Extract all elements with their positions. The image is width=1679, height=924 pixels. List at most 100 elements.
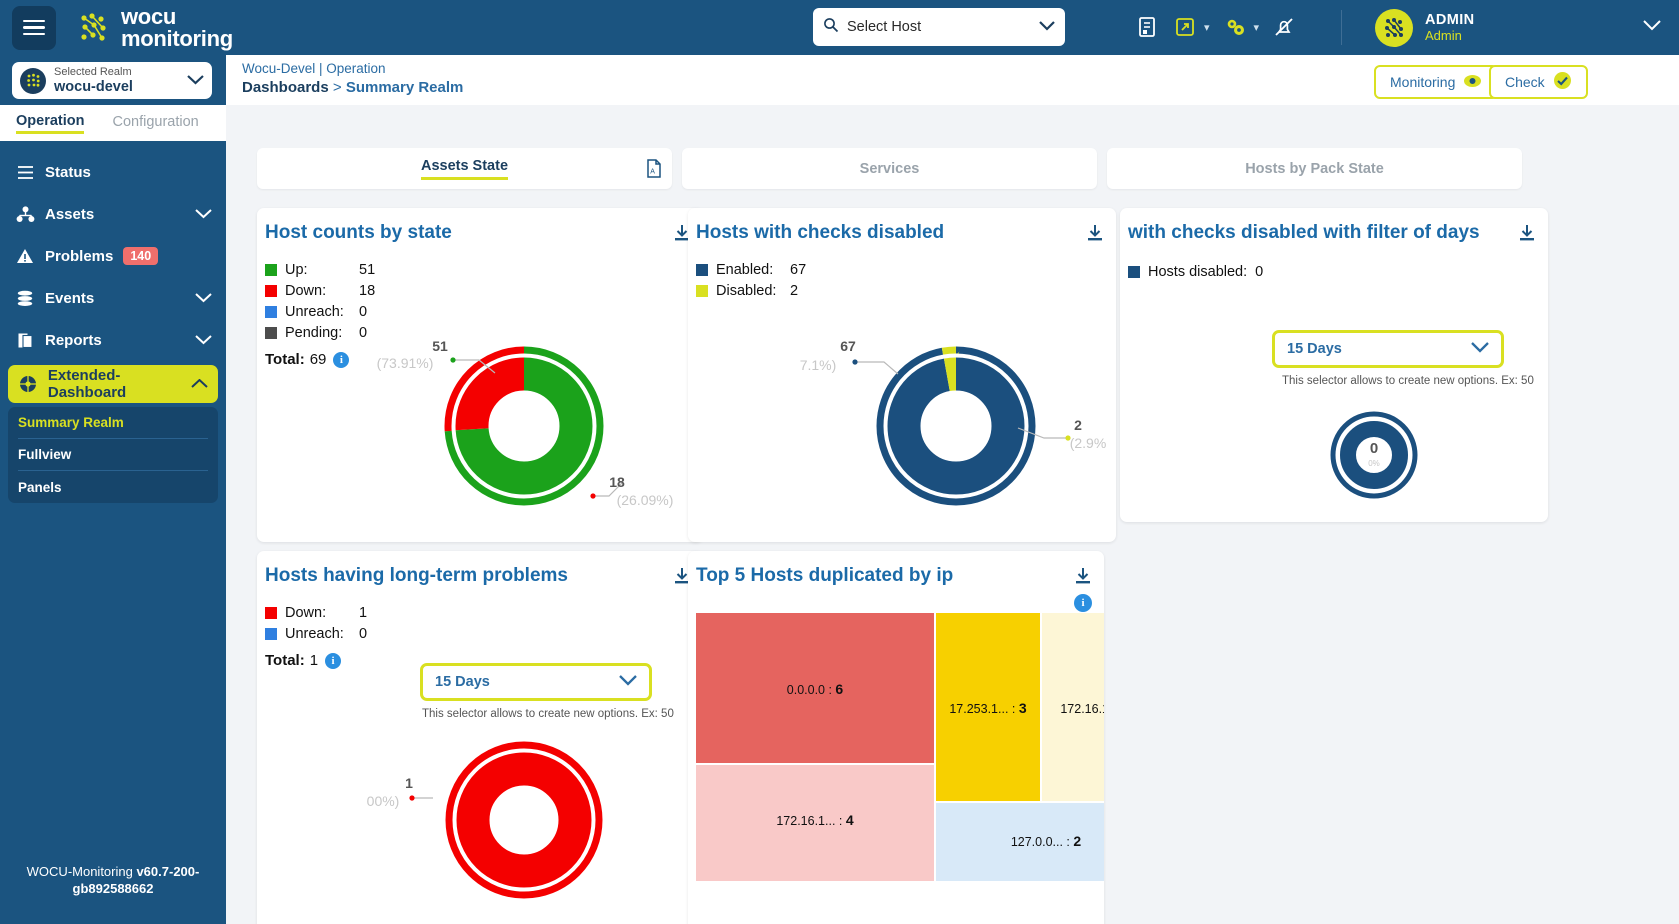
sidebar-item-reports[interactable]: Reports xyxy=(0,319,226,361)
info-icon[interactable]: i xyxy=(325,652,342,669)
legend-swatch xyxy=(265,628,277,640)
chevron-down-icon[interactable] xyxy=(187,72,204,90)
sidebar-item-status[interactable]: Status xyxy=(0,151,226,193)
legend-label: Down: xyxy=(285,283,327,299)
card-top5-hosts-duplicated-by-ip: Top 5 Hosts duplicated by ip i 0.0.0.0 :… xyxy=(688,551,1104,924)
gears-icon[interactable] xyxy=(1218,10,1252,44)
user-name: ADMIN xyxy=(1425,12,1475,28)
legend-item: Unreach: 0 xyxy=(265,626,703,642)
monitoring-button[interactable]: Monitoring xyxy=(1374,65,1499,99)
callout-value-1: 1 xyxy=(405,775,413,791)
card-title: with checks disabled with filter of days xyxy=(1128,222,1480,243)
card-title: Hosts with checks disabled xyxy=(696,222,945,243)
treemap-label-3: 172.16.1... : xyxy=(1060,702,1104,716)
treemap-label-1: 172.16.1... : xyxy=(776,814,846,828)
version-prefix: WOCU-Monitoring xyxy=(26,863,137,879)
treemap-label-0: 0.0.0.0 : xyxy=(787,683,836,697)
top-icon-group: ▾ ▾ xyxy=(1130,8,1301,46)
sidebar-item-summary-realm[interactable]: Summary Realm xyxy=(18,407,208,439)
center-sub: 0% xyxy=(1368,459,1380,468)
card-legend: Hosts disabled: 0 xyxy=(1120,244,1548,280)
app-logo[interactable]: wocu monitoring xyxy=(78,3,233,50)
sidebar-item-events[interactable]: Events xyxy=(0,277,226,319)
breadcrumb-root[interactable]: Dashboards xyxy=(242,79,329,96)
total-label: Total: xyxy=(265,652,305,669)
sidebar-submenu: Summary Realm Fullview Panels xyxy=(8,407,218,503)
sidebar-tab-configuration[interactable]: Configuration xyxy=(112,114,198,132)
search-icon xyxy=(823,17,839,38)
legend-swatch xyxy=(265,285,277,297)
tab-assets-state[interactable]: Assets State A xyxy=(257,148,672,189)
treemap-cell-text: 0.0.0.0 : 6 xyxy=(787,681,844,697)
tab-label: Assets State xyxy=(420,158,509,180)
card-host-counts-by-state: Host counts by state Up: 51 Down: 18 Unr… xyxy=(257,208,703,542)
sidebar: Operation Configuration Status Assets Pr… xyxy=(0,105,226,924)
legend-swatch xyxy=(1128,266,1140,278)
sidebar-item-extended-dashboard[interactable]: Extended-Dashboard xyxy=(8,365,218,403)
download-icon[interactable] xyxy=(1074,567,1092,590)
host-search-value: Select Host xyxy=(847,19,922,35)
external-link-icon[interactable] xyxy=(1168,10,1202,44)
legend-label: Hosts disabled: xyxy=(1148,264,1248,280)
chevron-down-icon[interactable] xyxy=(195,290,212,307)
legend-value: 51 xyxy=(359,262,376,278)
legend-item: Down: 1 xyxy=(265,605,703,621)
download-icon[interactable] xyxy=(1086,224,1104,247)
legend-label: Enabled: xyxy=(716,262,774,278)
chevron-down-icon[interactable] xyxy=(195,332,212,349)
legend-label: Disabled: xyxy=(716,283,777,299)
user-menu[interactable]: ADMIN Admin xyxy=(1357,0,1679,55)
check-circle-icon xyxy=(1553,71,1572,93)
card-legend: Down: 1 Unreach: 0 Total: 1 i xyxy=(257,587,703,669)
download-icon[interactable] xyxy=(1518,224,1536,247)
legend-value: 0 xyxy=(1255,264,1264,280)
days-filter-select[interactable]: 15 Days xyxy=(420,663,652,701)
legend-swatch xyxy=(696,285,708,297)
sidebar-item-panels[interactable]: Panels xyxy=(18,471,208,503)
no-notification-icon[interactable] xyxy=(1267,10,1301,44)
treemap-cell-text: 172.16.1... : 4 xyxy=(776,812,854,828)
sidebar-item-assets[interactable]: Assets xyxy=(0,193,226,235)
pdf-export-icon[interactable]: A xyxy=(646,159,662,183)
check-label: Check xyxy=(1505,74,1545,90)
monitoring-label: Monitoring xyxy=(1390,74,1456,90)
info-icon[interactable]: i xyxy=(1074,594,1092,612)
tab-hosts-by-pack-state[interactable]: Hosts by Pack State xyxy=(1107,148,1522,189)
sidebar-tab-operation[interactable]: Operation xyxy=(16,113,85,134)
sidebar-item-problems[interactable]: Problems 140 xyxy=(0,235,226,277)
chevron-down-icon[interactable]: ▾ xyxy=(1204,21,1210,34)
sidebar-item-fullview[interactable]: Fullview xyxy=(18,439,208,471)
realm-value: wocu-devel xyxy=(54,78,133,95)
legend-label: Up: xyxy=(285,262,308,278)
realm-selector[interactable]: Selected Realm wocu-devel xyxy=(12,62,212,99)
legend-swatch xyxy=(265,607,277,619)
divider xyxy=(1341,10,1342,45)
tab-services[interactable]: Services xyxy=(682,148,1097,189)
chevron-down-icon[interactable] xyxy=(1643,18,1661,36)
logo-text-line1: wocu xyxy=(121,3,177,29)
host-search-select[interactable]: Select Host xyxy=(813,8,1065,46)
sidebar-item-label: Status xyxy=(45,163,91,181)
chevron-down-icon[interactable]: ▾ xyxy=(1254,21,1260,34)
legend-swatch xyxy=(696,264,708,276)
days-filter-select[interactable]: 15 Days xyxy=(1272,330,1504,368)
donut-chart-host-counts: 51 (73.91%) 18 (26.09%) xyxy=(377,338,674,508)
treemap-value-0: 6 xyxy=(835,681,843,697)
callout-pct-1: (73.91%) xyxy=(377,355,434,371)
list-icon xyxy=(14,165,36,180)
app-version: WOCU-Monitoring v60.7-200-gb892588662 xyxy=(0,863,226,898)
dashboard-icon xyxy=(18,375,39,393)
book-icon[interactable] xyxy=(1130,10,1164,44)
treemap-value-1: 4 xyxy=(846,812,854,828)
chevron-down-icon[interactable] xyxy=(195,206,212,223)
legend-label: Down: xyxy=(285,605,327,621)
main-content: Assets State A Services Hosts by Pack St… xyxy=(226,105,1679,924)
check-button[interactable]: Check xyxy=(1489,65,1588,99)
treemap-label-2: 17.253.1... : xyxy=(949,702,1019,716)
realm-icon xyxy=(20,67,46,94)
chevron-up-icon[interactable] xyxy=(191,376,208,393)
legend-value: 67 xyxy=(790,262,807,278)
hamburger-icon[interactable] xyxy=(12,5,56,50)
warning-icon xyxy=(14,248,36,264)
wocu-logo-icon xyxy=(78,11,112,45)
